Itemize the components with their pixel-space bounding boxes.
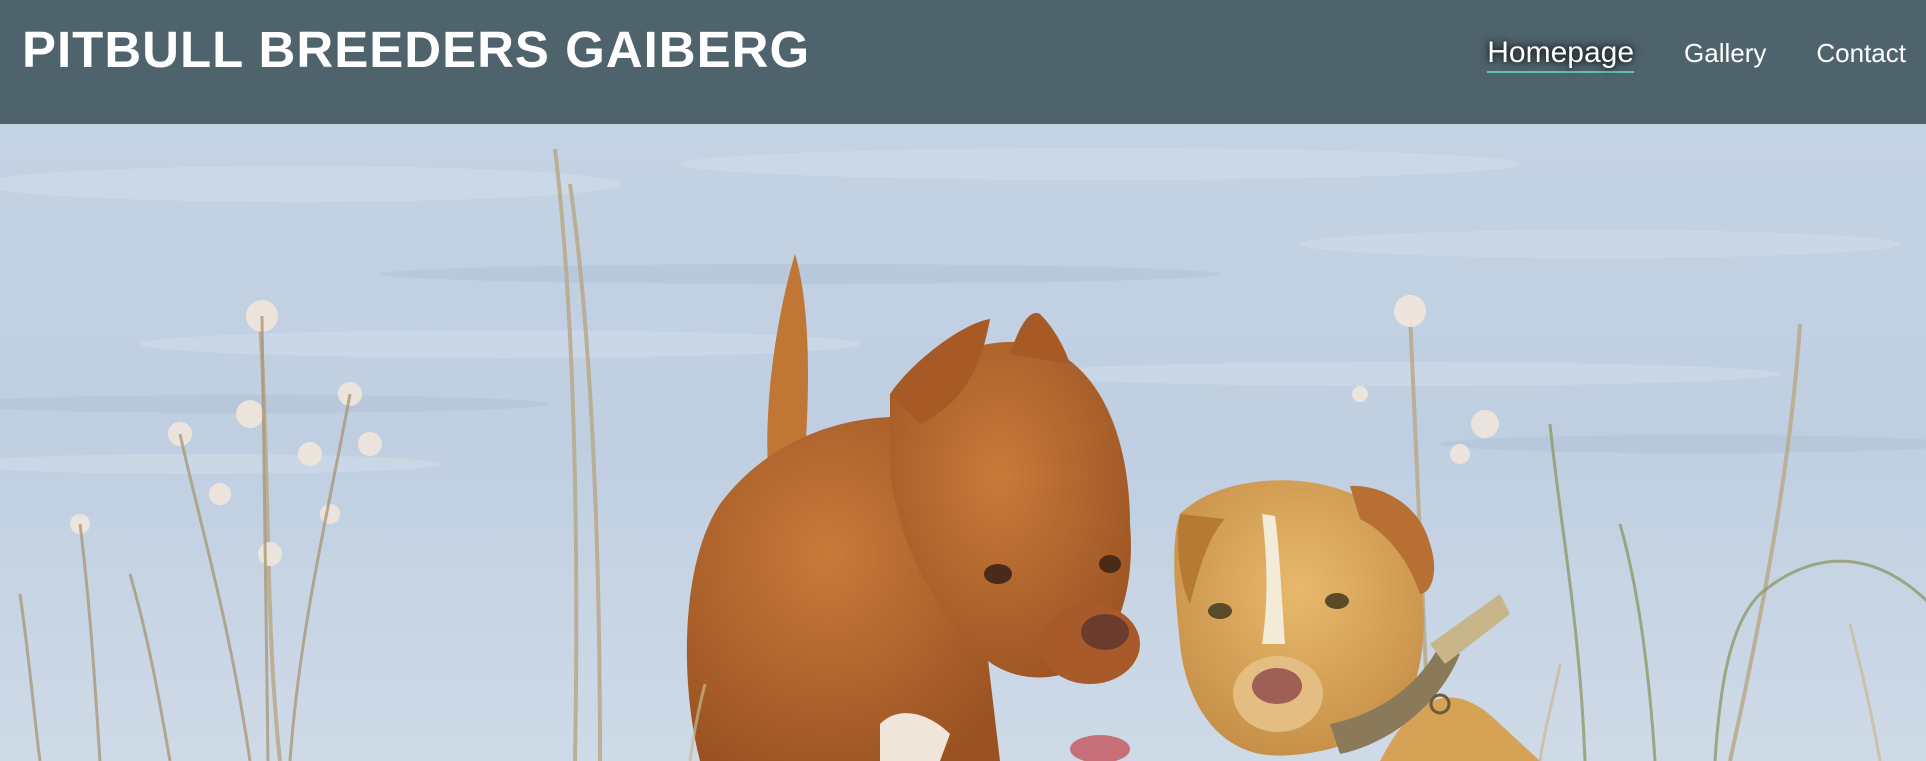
main-nav: Homepage Gallery Contact <box>1437 36 1906 73</box>
hero-banner <box>0 124 1926 761</box>
nav-link-contact[interactable]: Contact <box>1816 36 1906 70</box>
hero-image <box>0 124 1926 761</box>
nav-link-gallery[interactable]: Gallery <box>1684 36 1766 70</box>
site-title: PITBULL BREEDERS GAIBERG <box>22 21 811 78</box>
nav-link-homepage[interactable]: Homepage <box>1487 36 1635 73</box>
site-header: PITBULL BREEDERS GAIBERG Homepage Galler… <box>0 0 1926 124</box>
